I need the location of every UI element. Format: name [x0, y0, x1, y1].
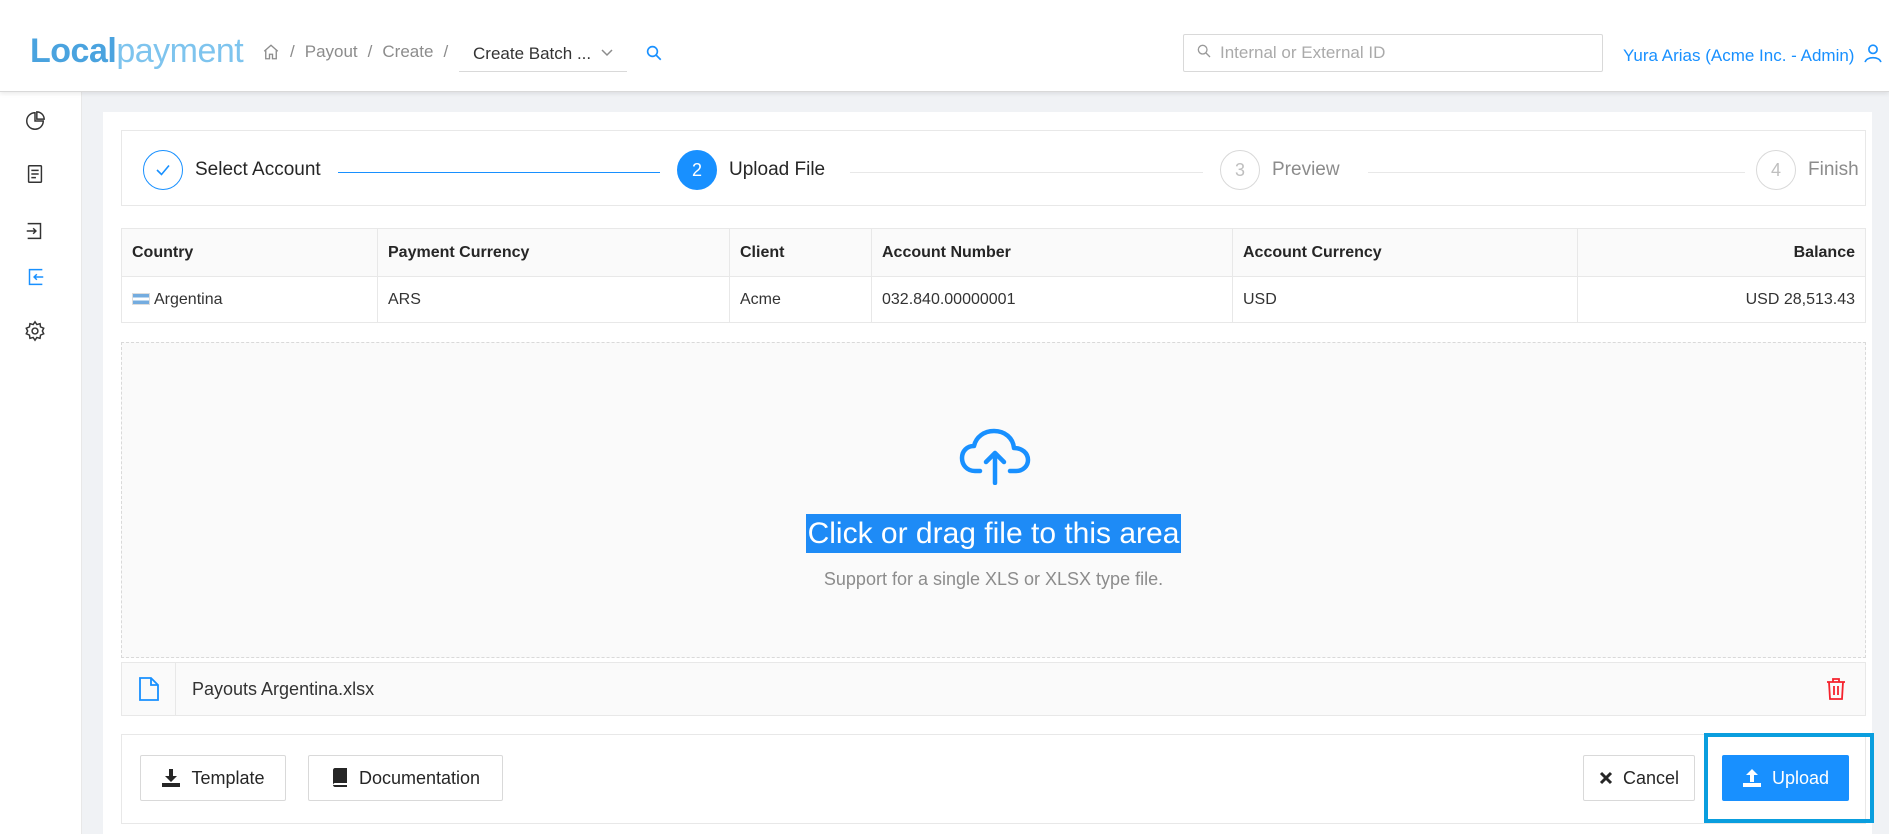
book-icon	[332, 768, 347, 787]
step-preview: 3 Preview	[1220, 150, 1340, 190]
search-icon	[1196, 43, 1212, 64]
sidebar	[0, 92, 82, 834]
file-name: Payouts Argentina.xlsx	[192, 679, 375, 699]
id-search-input[interactable]	[1220, 43, 1580, 63]
step-connector	[1368, 172, 1745, 173]
documentation-button[interactable]: Documentation	[308, 755, 503, 801]
download-icon	[162, 769, 181, 787]
check-icon	[143, 150, 183, 190]
table-header-row: Country Payment Currency Client Account …	[121, 228, 1866, 277]
user-label: Yura Arias (Acme Inc. - Admin)	[1623, 45, 1855, 65]
home-icon[interactable]	[262, 43, 280, 61]
step-connector	[850, 172, 1203, 173]
uploaded-file-item: Payouts Argentina.xlsx	[121, 662, 1866, 716]
logout-icon[interactable]	[24, 266, 46, 288]
top-header: Localpayment / Payout / Create / Create …	[0, 0, 1889, 92]
user-menu[interactable]: Yura Arias (Acme Inc. - Admin)	[1623, 42, 1884, 69]
step-connector	[338, 172, 660, 173]
close-icon	[1599, 771, 1613, 785]
account-table: Country Payment Currency Client Account …	[121, 228, 1866, 323]
dropzone-hint: Support for a single XLS or XLSX type fi…	[823, 569, 1164, 589]
main-panel: Select Account 2 Upload File 3 Preview 4…	[103, 112, 1872, 834]
id-search-box	[1183, 34, 1603, 72]
upload-button-highlight	[1704, 733, 1874, 823]
settings-icon[interactable]	[24, 320, 46, 342]
step-upload-file: 2 Upload File	[677, 150, 825, 190]
breadcrumb-create[interactable]: Create	[382, 42, 433, 62]
file-icon	[122, 663, 176, 715]
argentina-flag-icon	[132, 292, 150, 305]
login-icon[interactable]	[24, 220, 46, 242]
batch-type-select[interactable]: Create Batch ...	[459, 36, 627, 72]
dropzone-title: Click or drag file to this area	[805, 514, 1182, 553]
table-row[interactable]: Argentina ARS Acme 032.840.00000001 USD …	[121, 276, 1866, 323]
step-select-account: Select Account	[143, 150, 321, 190]
step-finish: 4 Finish	[1756, 150, 1859, 190]
user-icon	[1854, 42, 1884, 69]
cloud-upload-icon	[958, 427, 1032, 490]
cancel-button[interactable]: Cancel	[1583, 755, 1695, 801]
file-dropzone[interactable]: Click or drag file to this area Support …	[121, 342, 1866, 658]
action-bar: Template Documentation Cancel Upload	[121, 734, 1866, 824]
batch-select-value: Create Batch ...	[473, 43, 592, 63]
breadcrumb: / Payout / Create /	[262, 42, 458, 62]
document-list-icon[interactable]	[24, 163, 46, 185]
steps-bar: Select Account 2 Upload File 3 Preview 4…	[121, 130, 1866, 206]
pie-chart-icon[interactable]	[24, 110, 46, 132]
search-icon[interactable]	[645, 44, 663, 67]
delete-icon[interactable]	[1825, 677, 1847, 706]
template-button[interactable]: Template	[140, 755, 286, 801]
chevron-down-icon	[599, 44, 615, 65]
breadcrumb-payout[interactable]: Payout	[305, 42, 358, 62]
localpayment-logo[interactable]: Localpayment	[30, 32, 244, 71]
